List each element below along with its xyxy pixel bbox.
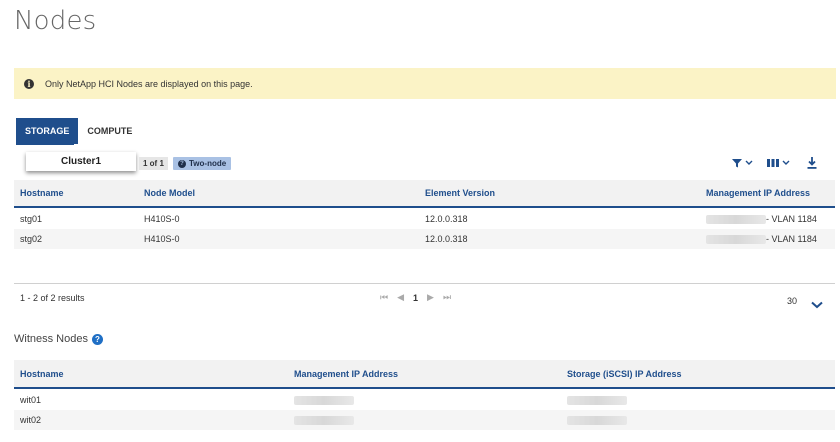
table-row[interactable]: wit01 xyxy=(14,390,835,410)
vlan-label: - VLAN 1184 xyxy=(766,213,817,224)
hostname-cell: stg01 xyxy=(20,214,43,224)
version-cell: 12.0.0.318 xyxy=(425,214,468,224)
storage-ip-cell xyxy=(561,395,835,406)
redacted-ip xyxy=(567,416,627,426)
witness-nodes-title: Witness Nodes ? xyxy=(14,333,103,345)
management-ip-cell: - VLAN 1184 xyxy=(700,233,835,245)
download-icon xyxy=(807,157,817,169)
storage-nodes-table: Hostname Node Model Element Version Mana… xyxy=(14,180,835,249)
results-count: 1 - 2 of 2 results xyxy=(20,293,85,303)
table-row[interactable]: wit02 xyxy=(14,410,835,430)
columns-button[interactable] xyxy=(767,156,790,170)
page-size-value[interactable]: 30 xyxy=(787,296,797,306)
table-header: Hostname Management IP Address Storage (… xyxy=(14,360,835,389)
storage-ip-cell xyxy=(561,415,835,426)
management-ip-cell: - VLAN 1184 xyxy=(700,213,835,225)
col-element-version[interactable]: Element Version xyxy=(419,188,700,198)
table-header: Hostname Node Model Element Version Mana… xyxy=(14,180,835,208)
redacted-ip xyxy=(294,416,354,426)
filter-icon xyxy=(732,158,742,168)
last-page-icon[interactable]: ⏭ xyxy=(443,292,451,303)
pagination: ⏮ ◀ 1 ▶ ⏭ xyxy=(380,292,451,303)
active-tab-underline xyxy=(16,143,74,145)
first-page-icon[interactable]: ⏮ xyxy=(380,292,388,303)
chevron-down-icon xyxy=(745,160,753,166)
witness-nodes-table: Hostname Management IP Address Storage (… xyxy=(14,360,835,430)
info-banner: i Only NetApp HCI Nodes are displayed on… xyxy=(14,68,836,99)
hostname-cell: wit01 xyxy=(20,395,42,405)
next-page-icon[interactable]: ▶ xyxy=(427,292,434,303)
cluster-selector[interactable]: Cluster1 xyxy=(26,152,136,171)
hostname-cell: stg02 xyxy=(20,234,43,244)
redacted-ip xyxy=(706,235,766,245)
redacted-ip xyxy=(706,215,766,225)
table-row[interactable]: stg01 H410S-0 12.0.0.318 - VLAN 1184 xyxy=(14,209,835,229)
help-icon[interactable]: ? xyxy=(91,333,103,345)
col-storage-ip[interactable]: Storage (iSCSI) IP Address xyxy=(561,369,835,379)
cluster-count: 1 of 1 xyxy=(139,157,168,170)
info-icon: i xyxy=(24,78,34,89)
tab-compute[interactable]: COMPUTE xyxy=(78,118,141,144)
two-node-badge: ? Two-node xyxy=(173,157,232,170)
question-icon: ? xyxy=(178,159,186,168)
model-cell: H410S-0 xyxy=(144,234,180,244)
redacted-ip xyxy=(294,396,354,406)
page-title: Nodes xyxy=(14,6,97,36)
table-row[interactable]: stg02 H410S-0 12.0.0.318 - VLAN 1184 xyxy=(14,229,835,249)
version-cell: 12.0.0.318 xyxy=(425,234,468,244)
col-management-ip[interactable]: Management IP Address xyxy=(288,369,561,379)
prev-page-icon[interactable]: ◀ xyxy=(397,292,404,303)
banner-text: Only NetApp HCI Nodes are displayed on t… xyxy=(45,78,253,89)
witness-title-text: Witness Nodes xyxy=(14,333,88,345)
download-button[interactable] xyxy=(807,156,817,170)
col-management-ip[interactable]: Management IP Address xyxy=(700,188,835,198)
vlan-label: - VLAN 1184 xyxy=(766,233,817,244)
chevron-down-icon xyxy=(782,160,790,166)
node-type-tabs: STORAGE COMPUTE xyxy=(16,118,141,144)
current-page: 1 xyxy=(413,292,419,303)
columns-icon xyxy=(767,158,779,168)
tab-storage[interactable]: STORAGE xyxy=(16,118,79,144)
col-node-model[interactable]: Node Model xyxy=(138,188,419,198)
management-ip-cell xyxy=(288,395,561,406)
redacted-ip xyxy=(567,396,627,406)
col-hostname[interactable]: Hostname xyxy=(14,369,288,379)
filter-button[interactable] xyxy=(732,156,753,170)
table-footer-divider xyxy=(14,283,835,284)
page-size-chevron-icon[interactable] xyxy=(811,296,823,314)
model-cell: H410S-0 xyxy=(144,214,180,224)
hostname-cell: wit02 xyxy=(20,415,42,425)
badge-label: Two-node xyxy=(189,159,227,168)
col-hostname[interactable]: Hostname xyxy=(14,188,138,198)
management-ip-cell xyxy=(288,415,561,426)
